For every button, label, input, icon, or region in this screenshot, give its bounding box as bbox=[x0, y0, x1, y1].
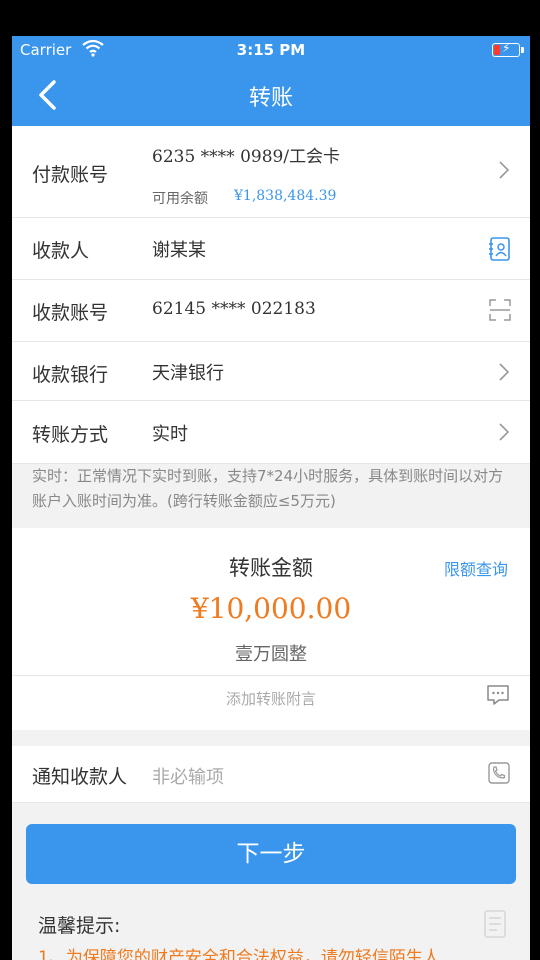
chevron-right-icon bbox=[499, 363, 510, 381]
scan-icon[interactable] bbox=[488, 298, 512, 322]
balance-label: 可用余额 bbox=[152, 191, 208, 207]
transfer-method-row[interactable]: 转账方式 实时 bbox=[12, 401, 530, 464]
page-title: 转账 bbox=[248, 86, 293, 111]
amount-card: 转账金额 限额查询 ¥10,000.00 壹万圆整 添加转账附言 bbox=[12, 528, 530, 730]
notify-payee-row[interactable]: 通知收款人 非必输项 bbox=[12, 746, 530, 803]
phone-book-icon[interactable] bbox=[488, 762, 510, 784]
amount-value[interactable]: ¥10,000.00 bbox=[12, 592, 530, 625]
balance-value: ¥1,838,484.39 bbox=[234, 188, 337, 204]
payee-bank-label: 收款银行 bbox=[32, 364, 109, 386]
payer-account-number: 6235 **** 0989/工会卡 bbox=[152, 147, 341, 167]
document-icon[interactable] bbox=[482, 910, 508, 938]
payee-value: 谢某某 bbox=[152, 240, 206, 261]
amount-chinese: 壹万圆整 bbox=[235, 644, 307, 665]
tips-title: 温馨提示: bbox=[38, 915, 121, 937]
payee-bank-value: 天津银行 bbox=[152, 363, 224, 384]
chevron-right-icon bbox=[499, 423, 510, 441]
notify-input[interactable]: 非必输项 bbox=[152, 763, 224, 789]
transfer-method-value: 实时 bbox=[152, 424, 188, 445]
payee-account-row[interactable]: 收款账号 62145 **** 022183 bbox=[12, 280, 530, 342]
status-time: 3:15 PM bbox=[236, 41, 306, 59]
divider bbox=[12, 675, 530, 676]
notify-label: 通知收款人 bbox=[32, 766, 128, 788]
chevron-right-icon bbox=[499, 161, 510, 179]
payee-label: 收款人 bbox=[32, 240, 90, 262]
status-bar: Carrier 3:15 PM ⚡ bbox=[12, 36, 530, 64]
nav-bar: 转账 bbox=[12, 64, 530, 126]
memo-input[interactable]: 添加转账附言 bbox=[12, 688, 530, 709]
payee-row[interactable]: 收款人 谢某某 bbox=[12, 218, 530, 280]
tips-item: 1、为保障您的财产安全和合法权益，请勿轻信陌生人 bbox=[38, 948, 440, 960]
battery-icon: ⚡ bbox=[492, 41, 524, 57]
payer-account-row[interactable]: 付款账号 6235 **** 0989/工会卡 可用余额 ¥1,838,484.… bbox=[12, 126, 530, 218]
payee-account-value: 62145 **** 022183 bbox=[152, 299, 316, 319]
payee-account-label: 收款账号 bbox=[32, 302, 109, 324]
contacts-book-icon[interactable] bbox=[488, 236, 512, 262]
message-icon[interactable] bbox=[486, 684, 510, 706]
app-screen: Carrier 3:15 PM ⚡ 转账 付款账号 6235 **** 0989… bbox=[12, 36, 530, 960]
transfer-note: 实时：正常情况下实时到账，支持7*24小时服务，具体到账时间以对方账户入账时间为… bbox=[32, 467, 504, 510]
limit-query-link[interactable]: 限额查询 bbox=[444, 556, 508, 580]
payee-bank-row[interactable]: 收款银行 天津银行 bbox=[12, 342, 530, 401]
payer-account-label: 付款账号 bbox=[32, 164, 109, 186]
next-step-button[interactable]: 下一步 bbox=[26, 824, 516, 884]
transfer-method-label: 转账方式 bbox=[32, 424, 109, 446]
